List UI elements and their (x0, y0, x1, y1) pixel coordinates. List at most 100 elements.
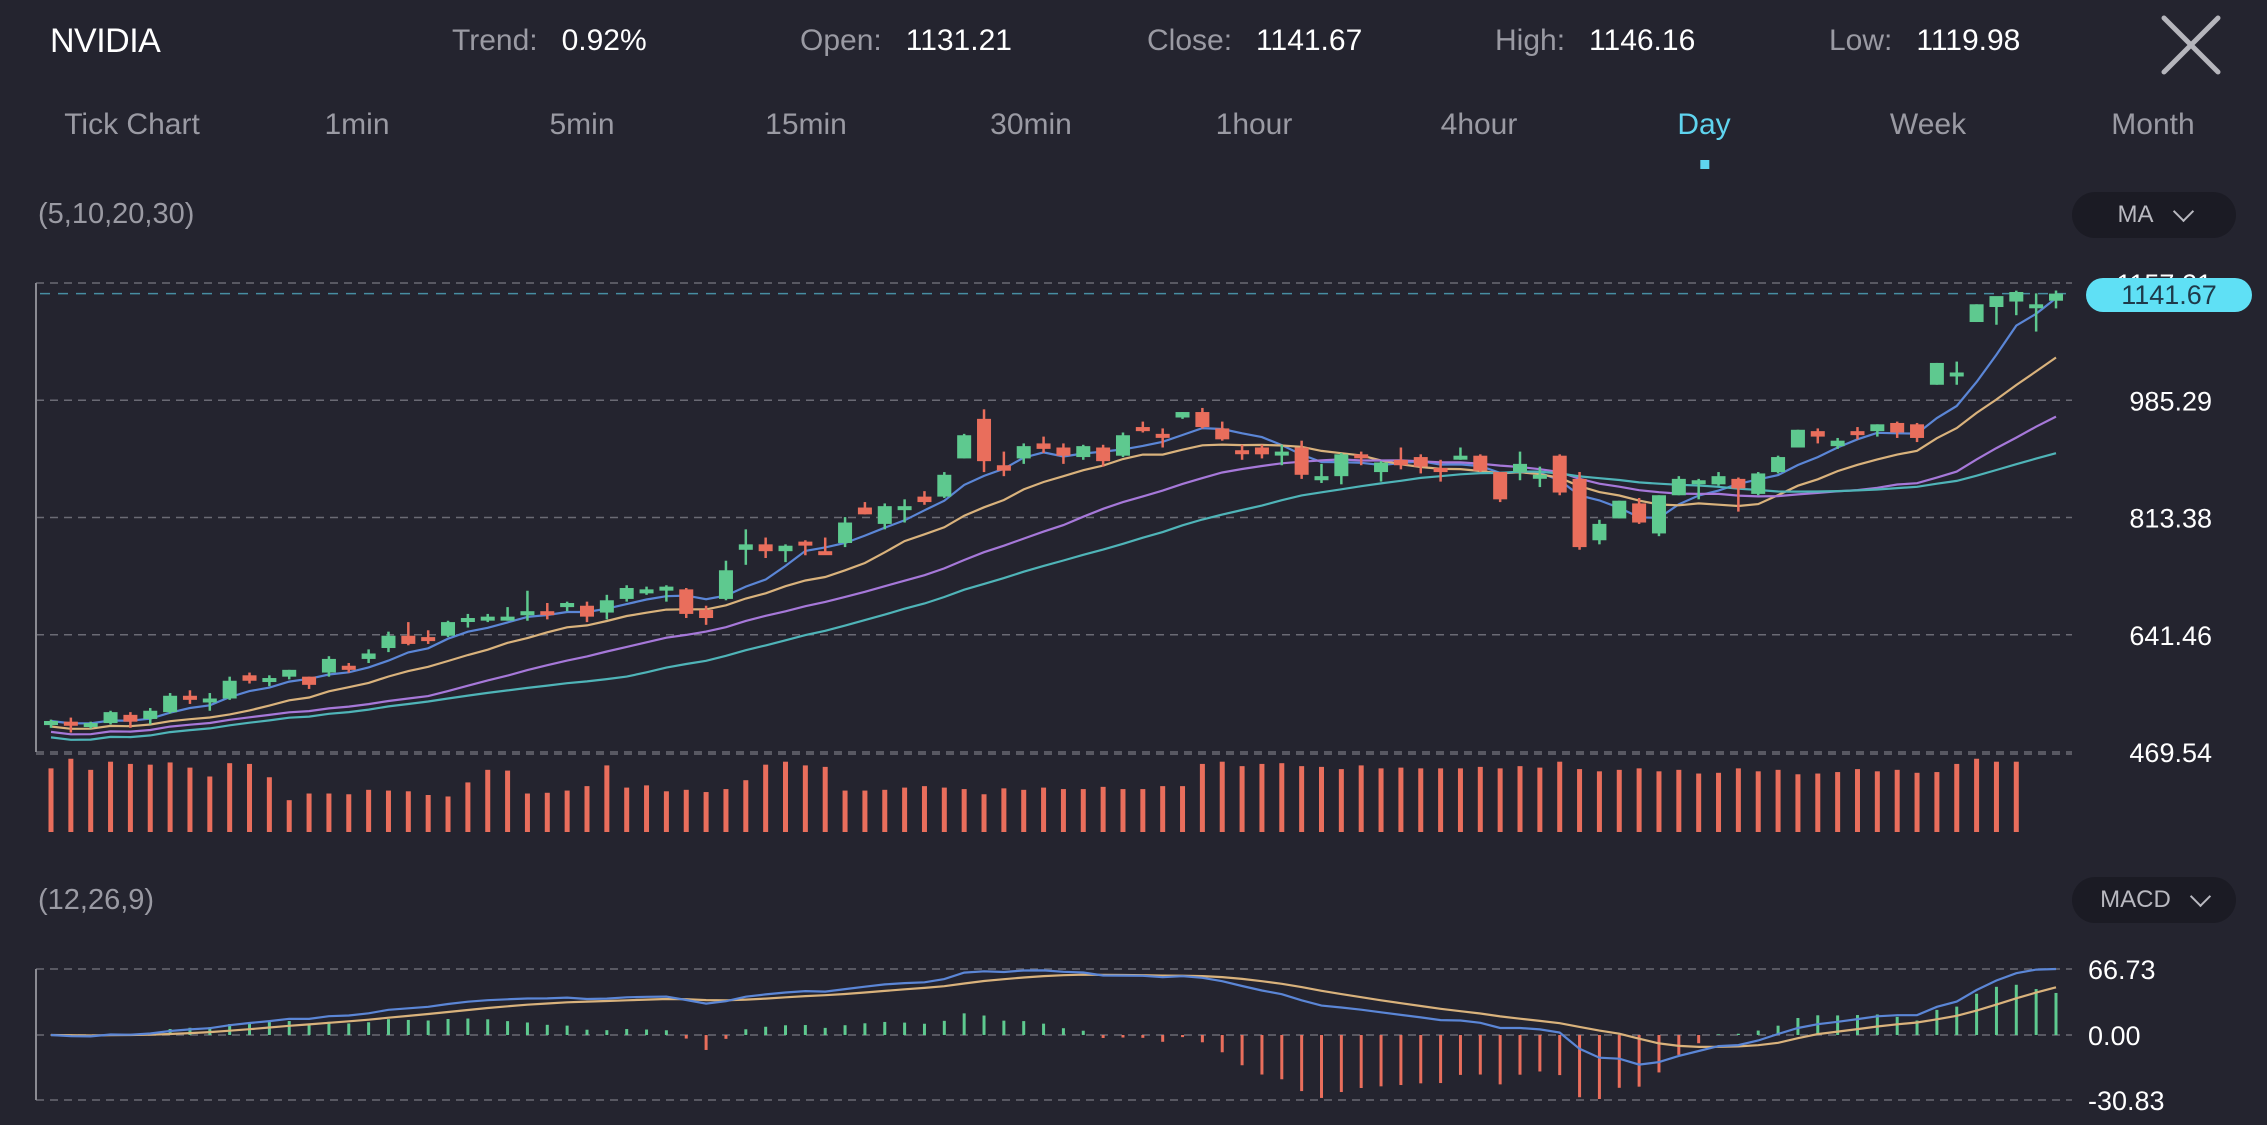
volume-bar (48, 768, 54, 832)
volume-bar (1696, 773, 1702, 832)
volume-bar (1835, 772, 1841, 832)
volume-bar (862, 790, 868, 832)
volume-bar (266, 777, 272, 832)
volume-bar (1596, 771, 1602, 832)
volume-bar (187, 767, 193, 832)
volume-bar (1517, 766, 1523, 832)
candle-body (659, 586, 674, 591)
volume-bar (604, 765, 610, 832)
volume-bar (108, 761, 114, 832)
volume-bar (1993, 761, 1999, 832)
candle-body (1771, 457, 1786, 473)
candle-body (1910, 424, 1925, 438)
volume-bar (1616, 769, 1622, 832)
candle-body (2049, 293, 2063, 301)
macd-axis-label: 66.73 (2088, 955, 2156, 985)
macd-dif-line (50, 967, 2057, 1066)
candle-body (2029, 304, 2044, 309)
candle-body (1115, 435, 1130, 456)
volume-bar (286, 800, 292, 832)
candle-body (877, 506, 892, 524)
volume-bar (1041, 787, 1047, 832)
volume-bar (1378, 768, 1384, 832)
volume-bar (1318, 766, 1324, 832)
volume-bar (1874, 771, 1880, 832)
candle-body (2009, 292, 2024, 302)
volume-bar (1537, 767, 1543, 832)
volume-bar (663, 791, 669, 832)
volume-bar (1477, 766, 1483, 832)
volume-bar (743, 780, 749, 832)
price-axis-label: 985.29 (2129, 386, 2212, 416)
volume-bar (167, 762, 173, 832)
candle-body (1016, 446, 1031, 459)
candle-body (540, 611, 555, 616)
candle-body (599, 600, 614, 613)
volume-bar (1418, 768, 1424, 832)
candle-body (758, 544, 773, 552)
candle-body (1135, 427, 1150, 432)
volume-bar (1001, 788, 1007, 832)
candle-body (1155, 433, 1170, 438)
candle-body (1096, 447, 1111, 462)
candle-body (222, 680, 237, 699)
volume-bar (1358, 765, 1364, 832)
price-axis-label: 813.38 (2129, 504, 2212, 534)
candle-body (520, 611, 535, 616)
ma5-line (50, 297, 2057, 725)
volume-bar (1974, 758, 1980, 832)
volume-bar (683, 789, 689, 832)
candle-body (1393, 459, 1408, 466)
candle-body (1969, 304, 1984, 323)
volume-bar (544, 792, 550, 832)
candle-body (778, 545, 793, 552)
volume-bar (1120, 789, 1126, 832)
volume-bar (1160, 786, 1166, 832)
candle-body (202, 698, 217, 703)
volume-bar (1854, 769, 1860, 832)
candle-body (143, 710, 158, 719)
volume-bar (2013, 761, 2019, 832)
candle-body (1175, 412, 1190, 418)
candle-body (1374, 462, 1389, 473)
candle-body (1830, 440, 1845, 447)
candle-body (1671, 478, 1686, 496)
candle-body (1453, 455, 1468, 460)
volume-bar (1180, 786, 1186, 832)
candle-body (460, 618, 475, 623)
volume-bar (842, 790, 848, 832)
candle-body (996, 465, 1011, 471)
candle-body (560, 603, 575, 608)
candle-body (1056, 447, 1071, 456)
volume-bar (485, 769, 491, 832)
volume-bar (1894, 769, 1900, 832)
volume-bar (1557, 761, 1563, 832)
candle-body (1195, 412, 1210, 428)
candle-body (1433, 467, 1448, 473)
candle-body (44, 720, 58, 726)
candle-body (1076, 446, 1091, 458)
candle-body (302, 676, 317, 685)
volume-bar (1457, 768, 1463, 832)
volume-bar (1100, 786, 1106, 832)
volume-bar (505, 770, 511, 832)
volume-bar (1199, 763, 1205, 832)
volume-bar (783, 761, 789, 832)
candle-body (718, 570, 733, 599)
volume-bar (1815, 773, 1821, 832)
candle-body (341, 665, 356, 670)
candle-body (1532, 474, 1547, 479)
candle-body (699, 609, 714, 619)
price-chart[interactable]: 1157.21985.29813.38641.46469.5466.730.00… (0, 0, 2267, 1125)
candle-body (1632, 503, 1647, 523)
candle-body (1413, 457, 1428, 467)
candle-body (639, 589, 654, 594)
candle-body (361, 653, 376, 659)
candle-body (1572, 478, 1587, 548)
candle-body (1513, 463, 1528, 473)
volume-bar (1060, 789, 1066, 832)
volume-bar (207, 776, 213, 832)
volume-bar (902, 787, 908, 832)
candle-body (1274, 451, 1289, 456)
volume-bar (147, 764, 153, 832)
